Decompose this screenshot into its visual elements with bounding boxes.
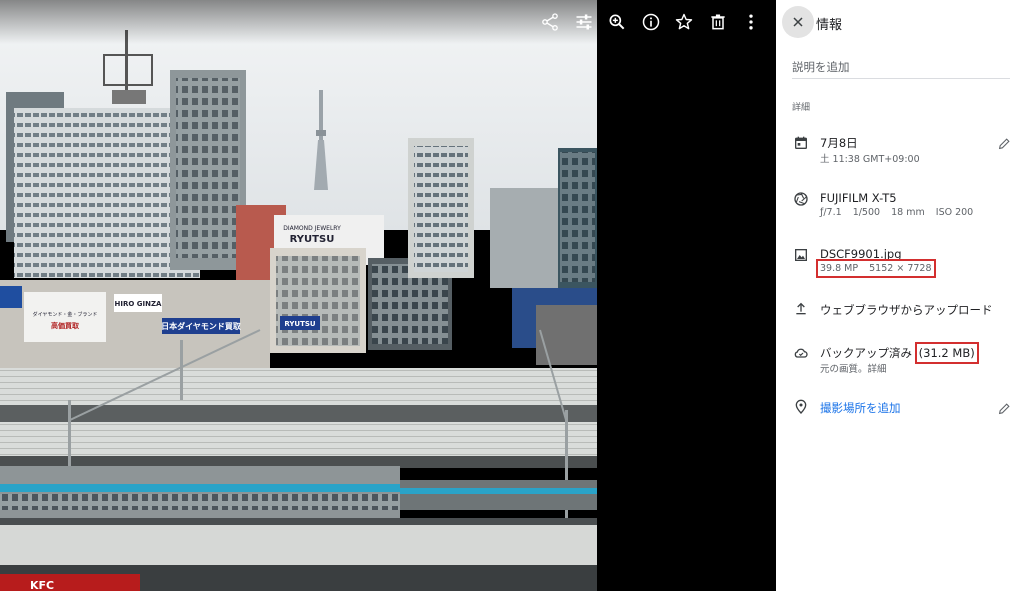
file-name: DSCF9901.jpg [820,247,902,261]
quality-text: 元の画質。 [820,364,868,375]
description-input[interactable] [792,58,1010,79]
backup-size: (31.2 MB) [914,342,979,364]
pencil-icon [998,137,1010,149]
quality-details-link[interactable]: 詳細 [868,364,887,375]
photo-sign-text: DIAMOND JEWELRY [283,225,341,232]
photo-sign-text: ダイヤモンド・金・ブランド [33,311,98,318]
info-panel: 情報 詳細 7月8日 土 11:38 GMT+09:00 FUJIFILM X-… [776,0,1024,591]
info-icon [642,13,660,31]
zoom-button[interactable] [605,10,629,34]
focal-length-value: 18 mm [891,207,925,218]
details-section-label: 詳細 [792,103,811,113]
edit-date-button[interactable] [996,135,1012,151]
resolution-highlight: 39.8 MP 5152 × 7728 [816,259,936,278]
pencil-icon [998,402,1010,414]
date-text: 7月8日 [820,136,858,150]
star-outline-icon [675,13,693,30]
dimensions-value: 5152 × 7728 [869,263,932,274]
backup-status: バックアップ済み (31.2 MB) [820,342,979,364]
tune-icon [576,14,592,30]
photo-sign-text: RYUTSU [290,234,335,245]
aperture-icon [792,190,810,208]
image-icon [792,246,810,264]
cloud-done-icon [792,344,810,362]
photo-image: DIAMOND JEWELRY RYUTSU HIRO GINZA 日本ダイヤモ… [0,0,597,591]
iso-value: ISO 200 [935,207,974,218]
upload-icon [792,300,810,318]
aperture-value: ƒ/7.1 [820,207,842,218]
photo-sign-text: 日本ダイヤモンド買取 [161,321,241,331]
backup-quality: 元の画質。詳細 [820,361,887,375]
photo-sign-text: KFC [30,579,54,591]
share-button[interactable] [538,10,562,34]
time-text: 土 11:38 GMT+09:00 [820,154,920,165]
delete-button[interactable] [706,10,730,34]
camera-settings: ƒ/7.1 1/500 18 mm ISO 200 [820,207,981,218]
edit-button[interactable] [572,10,596,34]
camera-model: FUJIFILM X-T5 [820,191,897,205]
photo-sign-text: HIRO GINZA [115,300,163,308]
trash-icon [711,14,725,30]
photo-sign-text: RYUTSU [284,320,316,328]
favorite-button[interactable] [672,10,696,34]
shutter-value: 1/500 [852,207,881,218]
photo[interactable]: DIAMOND JEWELRY RYUTSU HIRO GINZA 日本ダイヤモ… [0,0,597,591]
edit-location-button[interactable] [996,400,1012,416]
more-options-button[interactable] [739,10,763,34]
info-button[interactable] [639,10,663,34]
add-location-link[interactable]: 撮影場所を追加 [820,400,901,416]
panel-title: 情報 [816,18,843,33]
close-icon [793,17,803,27]
viewer-toolbar [0,0,776,44]
more-vert-icon [749,14,753,30]
zoom-in-icon [609,14,625,30]
photo-viewer: DIAMOND JEWELRY RYUTSU HIRO GINZA 日本ダイヤモ… [0,0,776,591]
upload-source: ウェブブラウザからアップロード [820,303,993,317]
backup-status-text: バックアップ済み [820,346,912,360]
share-icon [542,13,558,31]
close-info-button[interactable] [782,6,814,38]
photo-sign-text: 高価買取 [51,321,80,330]
megapixels-value: 39.8 MP [820,263,859,274]
location-pin-icon [792,398,810,416]
calendar-icon [792,134,810,152]
